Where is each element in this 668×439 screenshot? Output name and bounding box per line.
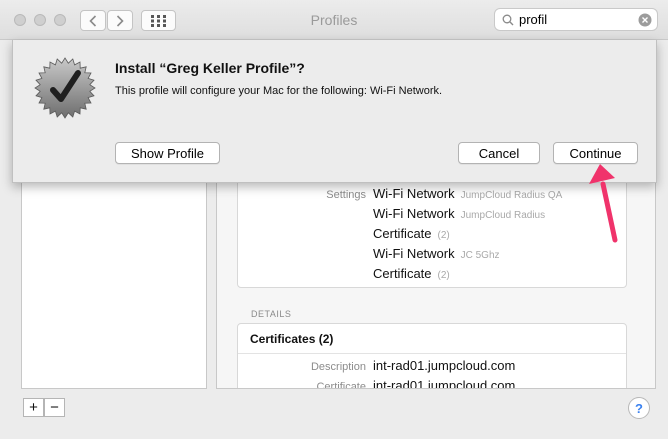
certificates-box: Certificates (2) Description int-rad01.j… xyxy=(237,323,627,389)
help-button[interactable]: ? xyxy=(628,397,650,419)
settings-row-name: Certificate xyxy=(373,226,432,241)
sheet-message: This profile will configure your Mac for… xyxy=(115,85,443,97)
settings-row: Wi-Fi Network JumpCloud Radius xyxy=(373,206,545,221)
clear-search-icon[interactable] xyxy=(638,13,652,27)
search-field[interactable] xyxy=(494,8,658,31)
settings-row-name: Wi-Fi Network xyxy=(373,246,455,261)
settings-row: Wi-Fi Network JC 5Ghz xyxy=(373,246,500,261)
window-titlebar: Profiles xyxy=(0,0,668,40)
settings-row-name: Wi-Fi Network xyxy=(373,186,455,201)
search-input[interactable] xyxy=(517,11,627,28)
settings-row-name: Certificate xyxy=(373,266,432,281)
checkmark-badge-icon xyxy=(34,57,96,119)
show-profile-button[interactable]: Show Profile xyxy=(115,142,220,164)
settings-row-detail: (2) xyxy=(437,270,450,281)
install-profile-sheet: Install “Greg Keller Profile”? This prof… xyxy=(12,40,657,183)
search-icon xyxy=(502,14,514,26)
add-profile-button[interactable]: + xyxy=(23,398,44,417)
settings-row: Wi-Fi Network JumpCloud Radius QA xyxy=(373,186,562,201)
description-label: Description xyxy=(310,361,366,373)
cancel-button[interactable]: Cancel xyxy=(458,142,540,164)
settings-row-detail: JumpCloud Radius QA xyxy=(460,190,563,201)
settings-row-detail: JumpCloud Radius xyxy=(460,210,546,221)
certificate-label: Certificate xyxy=(316,381,366,389)
description-value: int-rad01.jumpcloud.com xyxy=(373,358,516,373)
sheet-title: Install “Greg Keller Profile”? xyxy=(115,60,305,76)
settings-row-name: Wi-Fi Network xyxy=(373,206,455,221)
details-heading: DETAILS xyxy=(251,309,292,319)
settings-row-detail: (2) xyxy=(437,230,450,241)
remove-profile-button[interactable]: − xyxy=(44,398,65,417)
profiles-list[interactable] xyxy=(21,176,207,389)
certificates-title: Certificates (2) xyxy=(250,332,334,346)
settings-row-detail: JC 5Ghz xyxy=(460,250,500,261)
settings-row: Certificate (2) xyxy=(373,266,450,281)
continue-button[interactable]: Continue xyxy=(553,142,638,164)
certificate-value: int-rad01.jumpcloud.com xyxy=(373,378,516,389)
settings-row: Certificate (2) xyxy=(373,226,450,241)
settings-box: Settings Wi-Fi Network JumpCloud Radius Q… xyxy=(237,177,627,288)
divider xyxy=(238,353,626,354)
profile-detail-pane: Settings Wi-Fi Network JumpCloud Radius Q… xyxy=(216,176,656,389)
settings-label: Settings xyxy=(326,189,366,201)
